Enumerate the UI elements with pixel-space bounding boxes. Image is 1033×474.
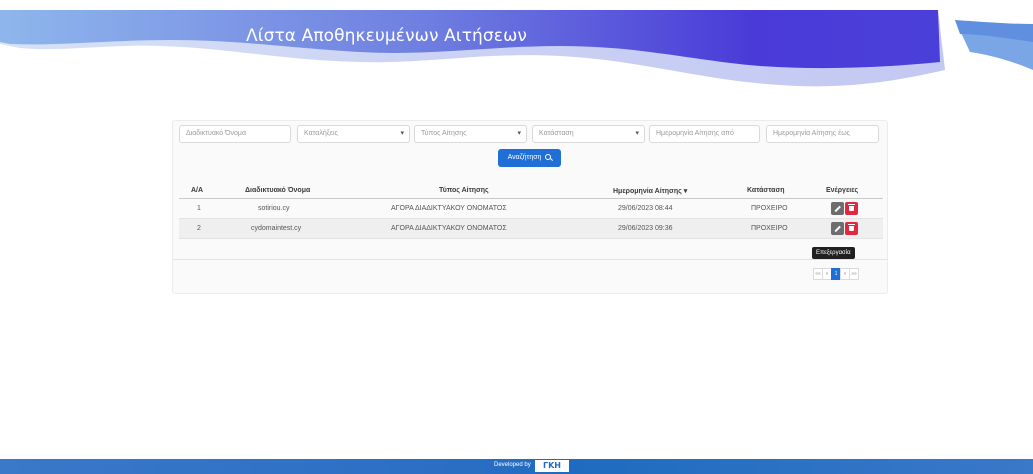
cell-type: ΑΓΟΡΑ ΔΙΑΔΙΚΤΥΑΚΟΥ ΟΝΟΜΑΤΟΣ <box>391 225 507 232</box>
date-from-input[interactable]: Ημερομηνία Αίτησης από <box>649 125 760 143</box>
search-button[interactable]: Αναζήτηση <box>498 149 561 167</box>
page-last-button[interactable]: »» <box>849 268 859 280</box>
table-header: Α/Α Διαδικτυακό Όνομα Τύπος Αίτησης Ημερ… <box>179 185 883 199</box>
table-row: 1 sotiriou.cy ΑΓΟΡΑ ΔΙΑΔΙΚΤΥΑΚΟΥ ΟΝΟΜΑΤΟ… <box>179 199 883 219</box>
trash-icon <box>848 204 855 211</box>
company-logo: ΓΚΗ <box>535 460 569 472</box>
sort-down-icon: ▾ <box>683 188 688 195</box>
delete-button[interactable] <box>845 222 858 235</box>
search-icon <box>545 154 552 160</box>
status-label: Κατάσταση <box>539 130 574 137</box>
header-banner: Λίστα Αποθηκευμένων Αιτήσεων <box>0 0 1033 120</box>
card-footer: «« « 1 » »» <box>173 259 887 293</box>
edit-tooltip: Επεξεργασία <box>812 247 855 259</box>
footer-bar: Developed by ΓΚΗ <box>0 459 1033 474</box>
chevron-down-icon: ▾ <box>635 130 639 137</box>
pencil-icon <box>834 225 841 232</box>
filter-bar: Διαδικτυακό Όνομα Καταλήξεις ▾ Τύπος Αίτ… <box>179 125 883 145</box>
requests-card: Διαδικτυακό Όνομα Καταλήξεις ▾ Τύπος Αίτ… <box>172 120 888 294</box>
request-type-select[interactable]: Τύπος Αίτησης ▾ <box>414 125 527 143</box>
cell-date: 29/06/2023 09:36 <box>618 225 673 232</box>
cell-domain: sotiriou.cy <box>258 205 290 212</box>
date-to-placeholder: Ημερομηνία Αίτησης έως <box>773 130 851 137</box>
column-header-status[interactable]: Κατάσταση <box>747 187 785 194</box>
table-row: 2 cydomaintest.cy ΑΓΟΡΑ ΔΙΑΔΙΚΤΥΑΚΟΥ ΟΝΟ… <box>179 219 883 239</box>
column-header-date-label: Ημερομηνία Αίτησης <box>613 188 682 195</box>
cell-status: ΠΡΟΧΕΙΡΟ <box>751 205 788 212</box>
wave-background <box>0 10 1033 87</box>
search-button-label: Αναζήτηση <box>507 154 542 161</box>
requests-table: Α/Α Διαδικτυακό Όνομα Τύπος Αίτησης Ημερ… <box>179 185 883 239</box>
page-title: Λίστα Αποθηκευμένων Αιτήσεων <box>246 26 528 46</box>
extension-select[interactable]: Καταλήξεις ▾ <box>297 125 410 143</box>
cell-index: 2 <box>197 225 201 232</box>
pencil-icon <box>834 205 841 212</box>
column-header-date[interactable]: Ημερομηνία Αίτησης ▾ <box>613 187 687 195</box>
cell-status: ΠΡΟΧΕΙΡΟ <box>751 225 788 232</box>
domain-name-placeholder: Διαδικτυακό Όνομα <box>186 130 247 137</box>
cell-date: 29/06/2023 08:44 <box>618 205 673 212</box>
cell-type: ΑΓΟΡΑ ΔΙΑΔΙΚΤΥΑΚΟΥ ΟΝΟΜΑΤΟΣ <box>391 205 507 212</box>
domain-name-input[interactable]: Διαδικτυακό Όνομα <box>179 125 291 143</box>
pagination: «« « 1 » »» <box>813 268 859 280</box>
column-header-domain[interactable]: Διαδικτυακό Όνομα <box>245 187 310 194</box>
column-header-actions: Ενέργειες <box>826 187 859 194</box>
extension-label: Καταλήξεις <box>304 130 338 137</box>
chevron-down-icon: ▾ <box>400 130 404 137</box>
chevron-down-icon: ▾ <box>517 130 521 137</box>
date-from-placeholder: Ημερομηνία Αίτησης από <box>656 130 734 137</box>
column-header-type[interactable]: Τύπος Αίτησης <box>439 187 489 194</box>
edit-button[interactable] <box>831 202 844 215</box>
cell-index: 1 <box>197 205 201 212</box>
column-header-index[interactable]: Α/Α <box>191 187 203 194</box>
date-to-input[interactable]: Ημερομηνία Αίτησης έως <box>766 125 879 143</box>
cell-domain: cydomaintest.cy <box>251 225 302 232</box>
delete-button[interactable] <box>845 202 858 215</box>
status-select[interactable]: Κατάσταση ▾ <box>532 125 645 143</box>
edit-button[interactable] <box>831 222 844 235</box>
developed-by-text: Developed by <box>494 462 531 468</box>
request-type-label: Τύπος Αίτησης <box>421 130 467 137</box>
trash-icon <box>848 224 855 231</box>
